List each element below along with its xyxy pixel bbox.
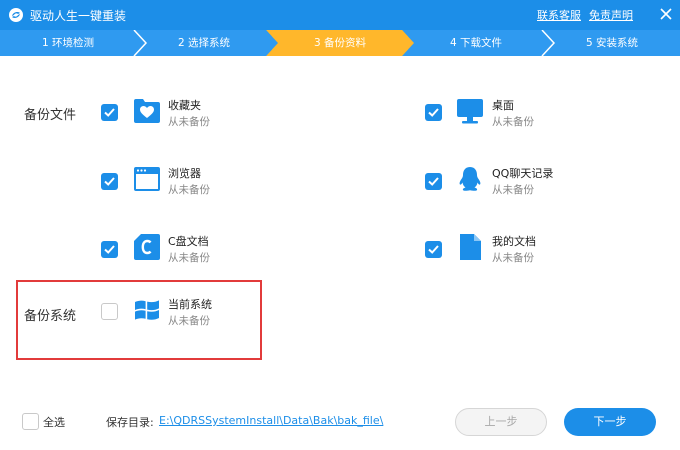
browser-name: 浏览器 bbox=[168, 167, 201, 180]
title-bar: 驱动人生一键重装 联系客服 免责声明 bbox=[0, 0, 680, 30]
my-documents-checkbox[interactable] bbox=[425, 241, 442, 258]
select-all-label[interactable]: 全选 bbox=[43, 414, 65, 430]
step-environment-check: 1 环境检测 bbox=[41, 37, 95, 49]
step-separator-icon bbox=[266, 30, 284, 56]
step-separator-icon bbox=[538, 30, 556, 56]
favorites-name: 收藏夹 bbox=[168, 99, 201, 112]
current-system-status: 从未备份 bbox=[168, 315, 210, 327]
save-directory-path-link[interactable]: E:\QDRSSystemInstall\Data\Bak\bak_file\ bbox=[159, 414, 383, 427]
monitor-icon[interactable] bbox=[456, 97, 484, 125]
step-download-files: 4 下载文件 bbox=[449, 37, 503, 49]
checkmark-icon bbox=[104, 245, 115, 254]
current-system-checkbox[interactable] bbox=[101, 303, 118, 320]
c-document-icon[interactable] bbox=[133, 233, 161, 261]
qq-chat-checkbox[interactable] bbox=[425, 173, 442, 190]
browser-window-icon[interactable] bbox=[133, 165, 161, 193]
favorites-checkbox[interactable] bbox=[101, 104, 118, 121]
step-select-system: 2 选择系统 bbox=[177, 37, 231, 49]
save-directory-label: 保存目录: bbox=[106, 416, 154, 429]
c-drive-docs-name: C盘文档 bbox=[168, 235, 209, 248]
my-documents-name: 我的文档 bbox=[492, 235, 536, 248]
desktop-status: 从未备份 bbox=[492, 116, 534, 128]
desktop-name: 桌面 bbox=[492, 99, 514, 112]
browser-checkbox[interactable] bbox=[101, 173, 118, 190]
qq-chat-status: 从未备份 bbox=[492, 184, 534, 196]
backup-dialog: 驱动人生一键重装 联系客服 免责声明 1 环境检测 2 选择系统 3 备份资料 … bbox=[0, 0, 680, 450]
heart-folder-icon[interactable] bbox=[133, 97, 161, 125]
checkmark-icon bbox=[104, 108, 115, 117]
checkmark-icon bbox=[428, 108, 439, 117]
checkmark-icon bbox=[104, 177, 115, 186]
current-system-name: 当前系统 bbox=[168, 298, 212, 311]
step-install-system: 5 安装系统 bbox=[585, 37, 639, 49]
document-icon[interactable] bbox=[456, 233, 484, 261]
step-separator-icon bbox=[402, 30, 420, 56]
select-all-checkbox[interactable] bbox=[22, 413, 39, 430]
next-step-button[interactable]: 下一步 bbox=[564, 408, 656, 436]
app-title: 驱动人生一键重装 bbox=[30, 9, 127, 23]
checkmark-icon bbox=[428, 177, 439, 186]
checkmark-icon bbox=[428, 245, 439, 254]
backup-files-label: 备份文件 bbox=[24, 108, 77, 123]
disclaimer-link[interactable]: 免责声明 bbox=[589, 7, 633, 23]
close-icon[interactable] bbox=[657, 5, 675, 23]
my-documents-status: 从未备份 bbox=[492, 252, 534, 264]
step-separator-icon bbox=[130, 30, 148, 56]
qq-chat-name: QQ聊天记录 bbox=[492, 167, 554, 180]
browser-status: 从未备份 bbox=[168, 184, 210, 196]
app-logo-icon bbox=[9, 8, 23, 22]
contact-support-link[interactable]: 联系客服 bbox=[537, 7, 581, 23]
c-drive-docs-checkbox[interactable] bbox=[101, 241, 118, 258]
step-progress-bar: 1 环境检测 2 选择系统 3 备份资料 4 下载文件 5 安装系统 bbox=[0, 30, 680, 56]
previous-step-button[interactable]: 上一步 bbox=[455, 408, 547, 436]
c-drive-docs-status: 从未备份 bbox=[168, 252, 210, 264]
penguin-icon[interactable] bbox=[456, 165, 484, 193]
desktop-checkbox[interactable] bbox=[425, 104, 442, 121]
favorites-status: 从未备份 bbox=[168, 116, 210, 128]
windows-logo-icon[interactable] bbox=[133, 296, 161, 324]
step-backup-data: 3 备份资料 bbox=[272, 30, 408, 56]
